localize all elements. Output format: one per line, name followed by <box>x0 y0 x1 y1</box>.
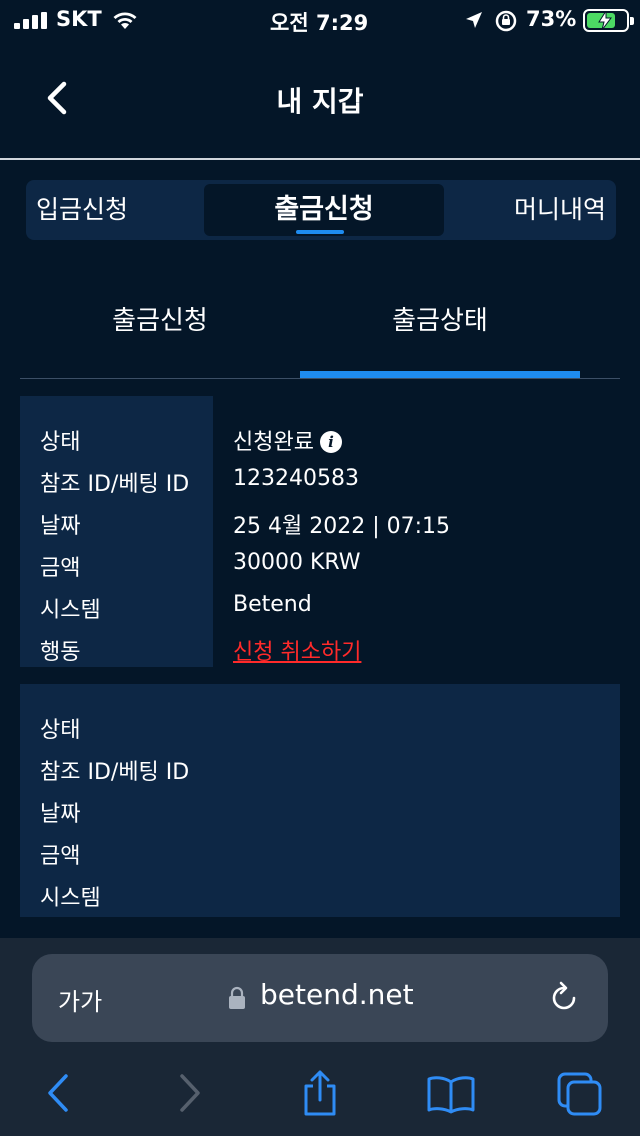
record-2-panel: 상태 참조 ID/베팅 ID 날짜 금액 시스템 <box>20 684 620 917</box>
carrier-name: SKT <box>56 7 102 31</box>
record-2-date-label: 날짜 <box>40 802 81 827</box>
location-arrow-icon <box>466 12 482 28</box>
battery-icon <box>583 9 634 32</box>
active-tab-underline <box>296 230 344 234</box>
subtabs-divider <box>20 378 620 379</box>
record-1-date-label: 날짜 <box>40 514 81 539</box>
record-1-system-value: Betend <box>233 592 312 617</box>
cancel-request-link[interactable]: 신청 취소하기 <box>233 640 361 665</box>
charging-bolt-icon <box>598 11 612 30</box>
tab-deposit-request[interactable]: 입금신청 <box>36 180 128 240</box>
active-subtab-indicator <box>300 371 580 378</box>
wifi-icon <box>113 12 137 29</box>
page-title: 내 지갑 <box>276 85 364 118</box>
record-1-status-value: 신청완료 i <box>233 424 342 456</box>
record-1-amount-label: 금액 <box>40 556 81 581</box>
cellular-signal-icon <box>14 12 48 29</box>
status-bar: SKT 오전 7:29 73% <box>0 0 640 40</box>
browser-forward-icon[interactable] <box>168 1068 212 1118</box>
lock-icon <box>229 986 245 1009</box>
reload-icon[interactable] <box>546 980 582 1016</box>
record-2-amount-label: 금액 <box>40 844 81 869</box>
record-1-system-label: 시스템 <box>40 598 101 623</box>
info-icon[interactable]: i <box>319 431 342 453</box>
header-divider <box>0 158 640 160</box>
record-1-refid-label: 참조 ID/베팅 ID <box>40 472 190 497</box>
text-size-button[interactable]: 가가 <box>58 982 102 1017</box>
tab-withdraw-request[interactable]: 출금신청 <box>204 184 444 236</box>
bookmarks-icon[interactable] <box>426 1068 476 1118</box>
tab-withdraw-label: 출금신청 <box>274 194 374 225</box>
record-1-status-label: 상태 <box>40 430 81 455</box>
record-1-action-value: 신청 취소하기 <box>233 634 361 666</box>
status-time: 오전 7:29 <box>270 11 369 35</box>
record-1-action-label: 행동 <box>40 640 81 665</box>
address-bar[interactable]: 가가 betend.net <box>32 954 608 1042</box>
tabs-icon[interactable] <box>556 1068 604 1118</box>
browser-back-icon[interactable] <box>36 1068 80 1118</box>
rotation-lock-icon <box>495 10 517 32</box>
browser-bottom-bar: 가가 betend.net <box>0 938 640 1136</box>
record-1-date-value: 25 4월 2022 | 07:15 <box>233 514 451 539</box>
record-2-status-label: 상태 <box>40 718 81 743</box>
record-2-refid-label: 참조 ID/베팅 ID <box>40 760 190 785</box>
tab-money-history[interactable]: 머니내역 <box>514 180 606 240</box>
wallet-tabs: 입금신청 출금신청 머니내역 <box>26 180 616 240</box>
battery-percent: 73% <box>526 7 577 31</box>
subtab-withdraw-status[interactable]: 출금상태 <box>300 300 580 337</box>
status-text: 신청완료 <box>233 430 314 455</box>
record-1-amount-value: 30000 KRW <box>233 550 361 575</box>
app-header: 내 지갑 <box>0 40 640 158</box>
record-1-refid-value: 123240583 <box>233 466 359 491</box>
record-2-system-label: 시스템 <box>40 886 101 911</box>
share-icon[interactable] <box>298 1068 342 1118</box>
url-text: betend.net <box>260 978 414 1011</box>
subtab-withdraw-request[interactable]: 출금신청 <box>20 300 300 337</box>
